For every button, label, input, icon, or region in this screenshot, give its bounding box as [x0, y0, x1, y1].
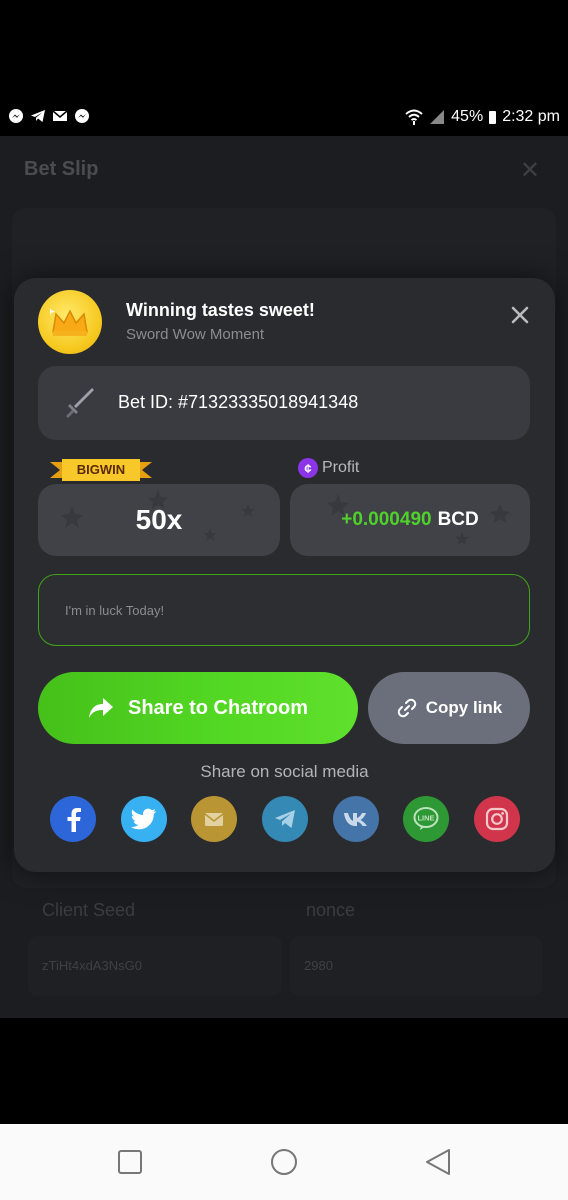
client-seed-value: zTiHt4xdA3NsG0: [28, 936, 282, 996]
vk-share-button[interactable]: [332, 796, 379, 842]
profit-value-row: +0.000490 BCD: [290, 484, 530, 556]
nonce-value: 2980: [290, 936, 542, 996]
twitter-icon: [130, 808, 156, 830]
modal-subtitle: Sword Wow Moment: [126, 326, 265, 343]
signal-icon: [430, 110, 445, 124]
telegram-icon: [274, 810, 295, 828]
recent-apps-icon[interactable]: [116, 1148, 144, 1176]
social-share-row: LINE: [50, 796, 520, 842]
nonce-label: nonce: [306, 900, 356, 920]
battery-percent: 45%: [451, 108, 484, 125]
client-seed-label: Client Seed: [42, 900, 136, 920]
messenger-icon: [9, 109, 23, 123]
wifi-icon: [405, 109, 423, 125]
vk-icon: [343, 813, 367, 826]
bet-id-box: Bet ID: #71323335018941348: [38, 366, 530, 440]
instagram-share-button[interactable]: [473, 796, 520, 842]
telegram-share-button[interactable]: [261, 796, 308, 842]
facebook-icon: [67, 808, 81, 832]
mail-icon: [52, 110, 68, 121]
email-icon: [204, 813, 224, 826]
battery-icon: [489, 110, 497, 124]
profit-amount: +0.000490: [341, 509, 432, 530]
bcd-coin-icon: ¢: [298, 458, 318, 478]
close-icon: [511, 306, 529, 324]
profit-label: ¢ Profit: [298, 458, 359, 478]
line-share-button[interactable]: LINE: [403, 796, 450, 842]
crown-avatar: [38, 290, 102, 354]
share-win-modal: Winning tastes sweet! Sword Wow Moment B…: [14, 278, 555, 872]
modal-title: Winning tastes sweet!: [126, 300, 315, 320]
sword-icon: [66, 388, 94, 418]
status-bar: 45% 2:32 pm: [0, 100, 568, 136]
message-input[interactable]: [38, 574, 530, 646]
telegram-icon: [31, 110, 45, 122]
android-nav-bar: [0, 1124, 568, 1200]
share-social-label: Share on social media: [200, 762, 369, 781]
share-to-chatroom-label: Share to Chatroom: [127, 696, 309, 719]
crown-icon: [50, 307, 88, 336]
share-arrow-icon: [88, 698, 113, 718]
profit-currency: BCD: [437, 509, 479, 530]
bet-slip-title: Bet Slip: [24, 158, 99, 180]
bigwin-label: BIGWIN: [76, 462, 126, 477]
bet-id: Bet ID: #71323335018941348: [118, 392, 359, 412]
share-to-chatroom-button[interactable]: Share to Chatroom: [38, 672, 358, 744]
email-share-button[interactable]: [191, 796, 238, 842]
multiplier-value: 50x: [135, 504, 183, 535]
svg-text:LINE: LINE: [418, 814, 435, 823]
instagram-icon: [485, 807, 509, 831]
bigwin-badge: BIGWIN: [50, 458, 152, 482]
status-indicators: 45% 2:32 pm: [405, 108, 560, 126]
copy-link-label: Copy link: [425, 698, 503, 717]
profit-label-text: Profit: [322, 459, 360, 476]
notification-icons: [8, 108, 90, 124]
profit-box: +0.000490 BCD: [290, 484, 530, 556]
close-button[interactable]: [507, 302, 533, 328]
messenger-icon: [75, 109, 89, 123]
facebook-share-button[interactable]: [50, 796, 96, 842]
copy-link-button[interactable]: Copy link: [368, 672, 530, 744]
clock: 2:32 pm: [502, 108, 560, 125]
multiplier-box: 50x: [38, 484, 280, 556]
line-icon: LINE: [413, 807, 439, 830]
link-icon: [397, 698, 416, 718]
twitter-share-button[interactable]: [120, 796, 167, 842]
home-icon[interactable]: [270, 1148, 298, 1176]
bet-slip-close-icon[interactable]: ✕: [520, 156, 540, 185]
back-icon[interactable]: [424, 1148, 452, 1176]
